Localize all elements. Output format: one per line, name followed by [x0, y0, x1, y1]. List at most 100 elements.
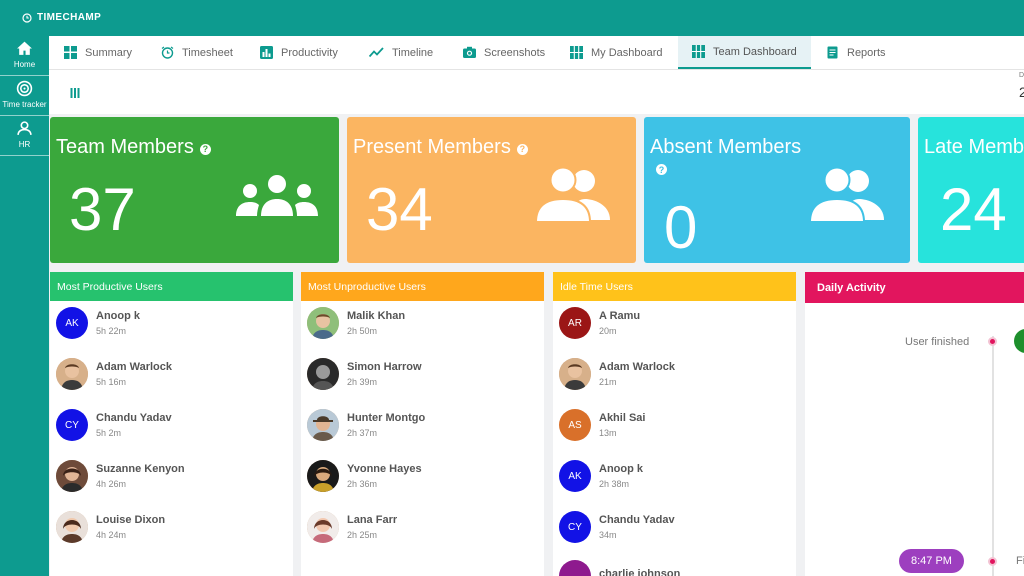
tab-label: My Dashboard: [591, 46, 663, 59]
card-title-text: Late Members: [924, 136, 1024, 158]
sidebar-item-label: Time tracker: [2, 100, 47, 109]
activity-marker[interactable]: [1014, 329, 1024, 353]
user-time: 21m: [599, 377, 617, 387]
team-members-card[interactable]: Team Members ? 37: [50, 117, 339, 263]
user-time: 5h 2m: [96, 428, 122, 438]
user-time: 4h 26m: [96, 479, 127, 489]
activity-event-label: User finished: [905, 336, 970, 348]
avatar: [56, 511, 88, 543]
tab-productivity[interactable]: Productivity: [260, 36, 338, 69]
user-name: Chandu Yadav: [599, 514, 675, 526]
user-time: 2h 25m: [347, 530, 378, 540]
camera-icon: [463, 46, 476, 58]
user-time: 2h 50m: [347, 326, 378, 336]
user-time: 2h 38m: [599, 479, 630, 489]
user-name: Lana Farr: [347, 514, 398, 526]
dashboard-grid-icon: [692, 45, 705, 58]
card-title: Late Members: [924, 136, 1024, 159]
tab-screenshots[interactable]: Screenshots: [463, 36, 545, 69]
list-item[interactable]: charlie johnson: [559, 560, 680, 576]
tab-label: Reports: [847, 46, 886, 59]
tab-my-dashboard[interactable]: My Dashboard: [570, 36, 663, 69]
sidebar-item-label: HR: [18, 140, 31, 149]
card-value: 0: [664, 194, 698, 261]
most-productive-users-panel: Most Productive Users AK Anoop k 5h 22m A…: [50, 272, 293, 576]
avatar: [307, 358, 339, 390]
list-item[interactable]: Suzanne Kenyon 4h 26m: [56, 460, 185, 492]
list-item[interactable]: Malik Khan 2h 50m: [307, 307, 405, 339]
app-logo[interactable]: TIMECHAMP: [22, 12, 101, 23]
toolbar: [49, 70, 1024, 114]
user-time: 5h 16m: [96, 377, 127, 387]
avatar: AS: [559, 409, 591, 441]
panel-header: Most Productive Users: [50, 272, 293, 301]
user-name: Chandu Yadav: [96, 412, 172, 424]
list-item[interactable]: Adam Warlock 5h 16m: [56, 358, 172, 390]
user-name: Akhil Sai: [599, 412, 646, 424]
avatar: [56, 460, 88, 492]
card-title-text: Absent Members: [650, 136, 802, 158]
panel-header: Idle Time Users: [553, 272, 796, 301]
list-item[interactable]: Louise Dixon 4h 24m: [56, 511, 165, 543]
sidebar: Home Time tracker HR: [0, 36, 49, 576]
user-time: 13m: [599, 428, 617, 438]
list-item[interactable]: AK Anoop k 2h 38m: [559, 460, 643, 492]
help-icon[interactable]: ?: [516, 143, 528, 155]
columns-icon[interactable]: [70, 88, 80, 98]
user-name: Suzanne Kenyon: [96, 463, 185, 475]
top-bar: TIMECHAMP: [0, 0, 1024, 36]
list-item[interactable]: AS Akhil Sai 13m: [559, 409, 645, 441]
tab-summary[interactable]: Summary: [64, 36, 132, 69]
list-item[interactable]: Lana Farr 2h 25m: [307, 511, 397, 543]
tab-team-dashboard[interactable]: Team Dashboard: [678, 36, 811, 69]
list-item[interactable]: CY Chandu Yadav 34m: [559, 511, 675, 543]
list-item[interactable]: AK Anoop k 5h 22m: [56, 307, 140, 339]
avatar: [56, 358, 88, 390]
list-item[interactable]: Adam Warlock 21m: [559, 358, 675, 390]
absent-members-card[interactable]: Absent Members ? 0: [644, 117, 910, 263]
user-name: charlie johnson: [599, 568, 681, 576]
user-name: Adam Warlock: [96, 361, 173, 373]
home-icon: [17, 41, 32, 55]
user-name: Malik Khan: [347, 310, 406, 322]
help-icon[interactable]: ?: [199, 143, 211, 155]
list-item[interactable]: Yvonne Hayes 2h 36m: [307, 460, 422, 492]
user-time: 2h 37m: [347, 428, 378, 438]
avatar: [559, 560, 591, 576]
app-name: TIMECHAMP: [37, 12, 102, 23]
user-name: Hunter Montgo: [347, 412, 426, 424]
user-name: Anoop k: [599, 463, 643, 475]
user-name: Louise Dixon: [96, 514, 166, 526]
list-item[interactable]: Simon Harrow 2h 39m: [307, 358, 422, 390]
tab-label: Timesheet: [182, 46, 233, 59]
card-title-text: Present Members: [353, 136, 511, 158]
sidebar-item-hr[interactable]: HR: [0, 116, 49, 156]
tab-label: Productivity: [281, 46, 338, 59]
tab-timeline[interactable]: Timeline: [369, 36, 433, 69]
list-item[interactable]: AR A Ramu 20m: [559, 307, 640, 339]
grid-icon: [64, 46, 77, 59]
sidebar-item-time-tracker[interactable]: Time tracker: [0, 76, 49, 116]
avatar: AR: [559, 307, 591, 339]
late-members-card[interactable]: Late Members 24: [918, 117, 1024, 263]
tab-timesheet[interactable]: Timesheet: [161, 36, 233, 69]
tab-bar: Summary Timesheet Productivity Timeline …: [49, 36, 1024, 70]
clock-icon: [22, 12, 32, 23]
tab-reports[interactable]: Reports: [826, 36, 886, 69]
avatar: [307, 511, 339, 543]
list-item[interactable]: CY Chandu Yadav 5h 2m: [56, 409, 172, 441]
present-members-card[interactable]: Present Members ? 34: [347, 117, 636, 263]
list-item[interactable]: Hunter Montgo 2h 37m: [307, 409, 425, 441]
help-icon[interactable]: ?: [656, 164, 667, 175]
panel-header: Daily Activity: [805, 272, 1024, 303]
user-name: Anoop k: [96, 310, 140, 322]
user-time: 4h 24m: [96, 530, 127, 540]
sidebar-item-home[interactable]: Home: [0, 36, 49, 76]
avatar: CY: [559, 511, 591, 543]
most-unproductive-users-panel: Most Unproductive Users Malik Khan 2h 50m…: [301, 272, 544, 576]
date-value-fragment: 2: [1019, 84, 1024, 100]
trend-line-icon: [369, 47, 384, 58]
tab-label: Timeline: [392, 46, 434, 59]
card-title: Present Members ?: [353, 136, 528, 159]
avatar: [307, 409, 339, 441]
